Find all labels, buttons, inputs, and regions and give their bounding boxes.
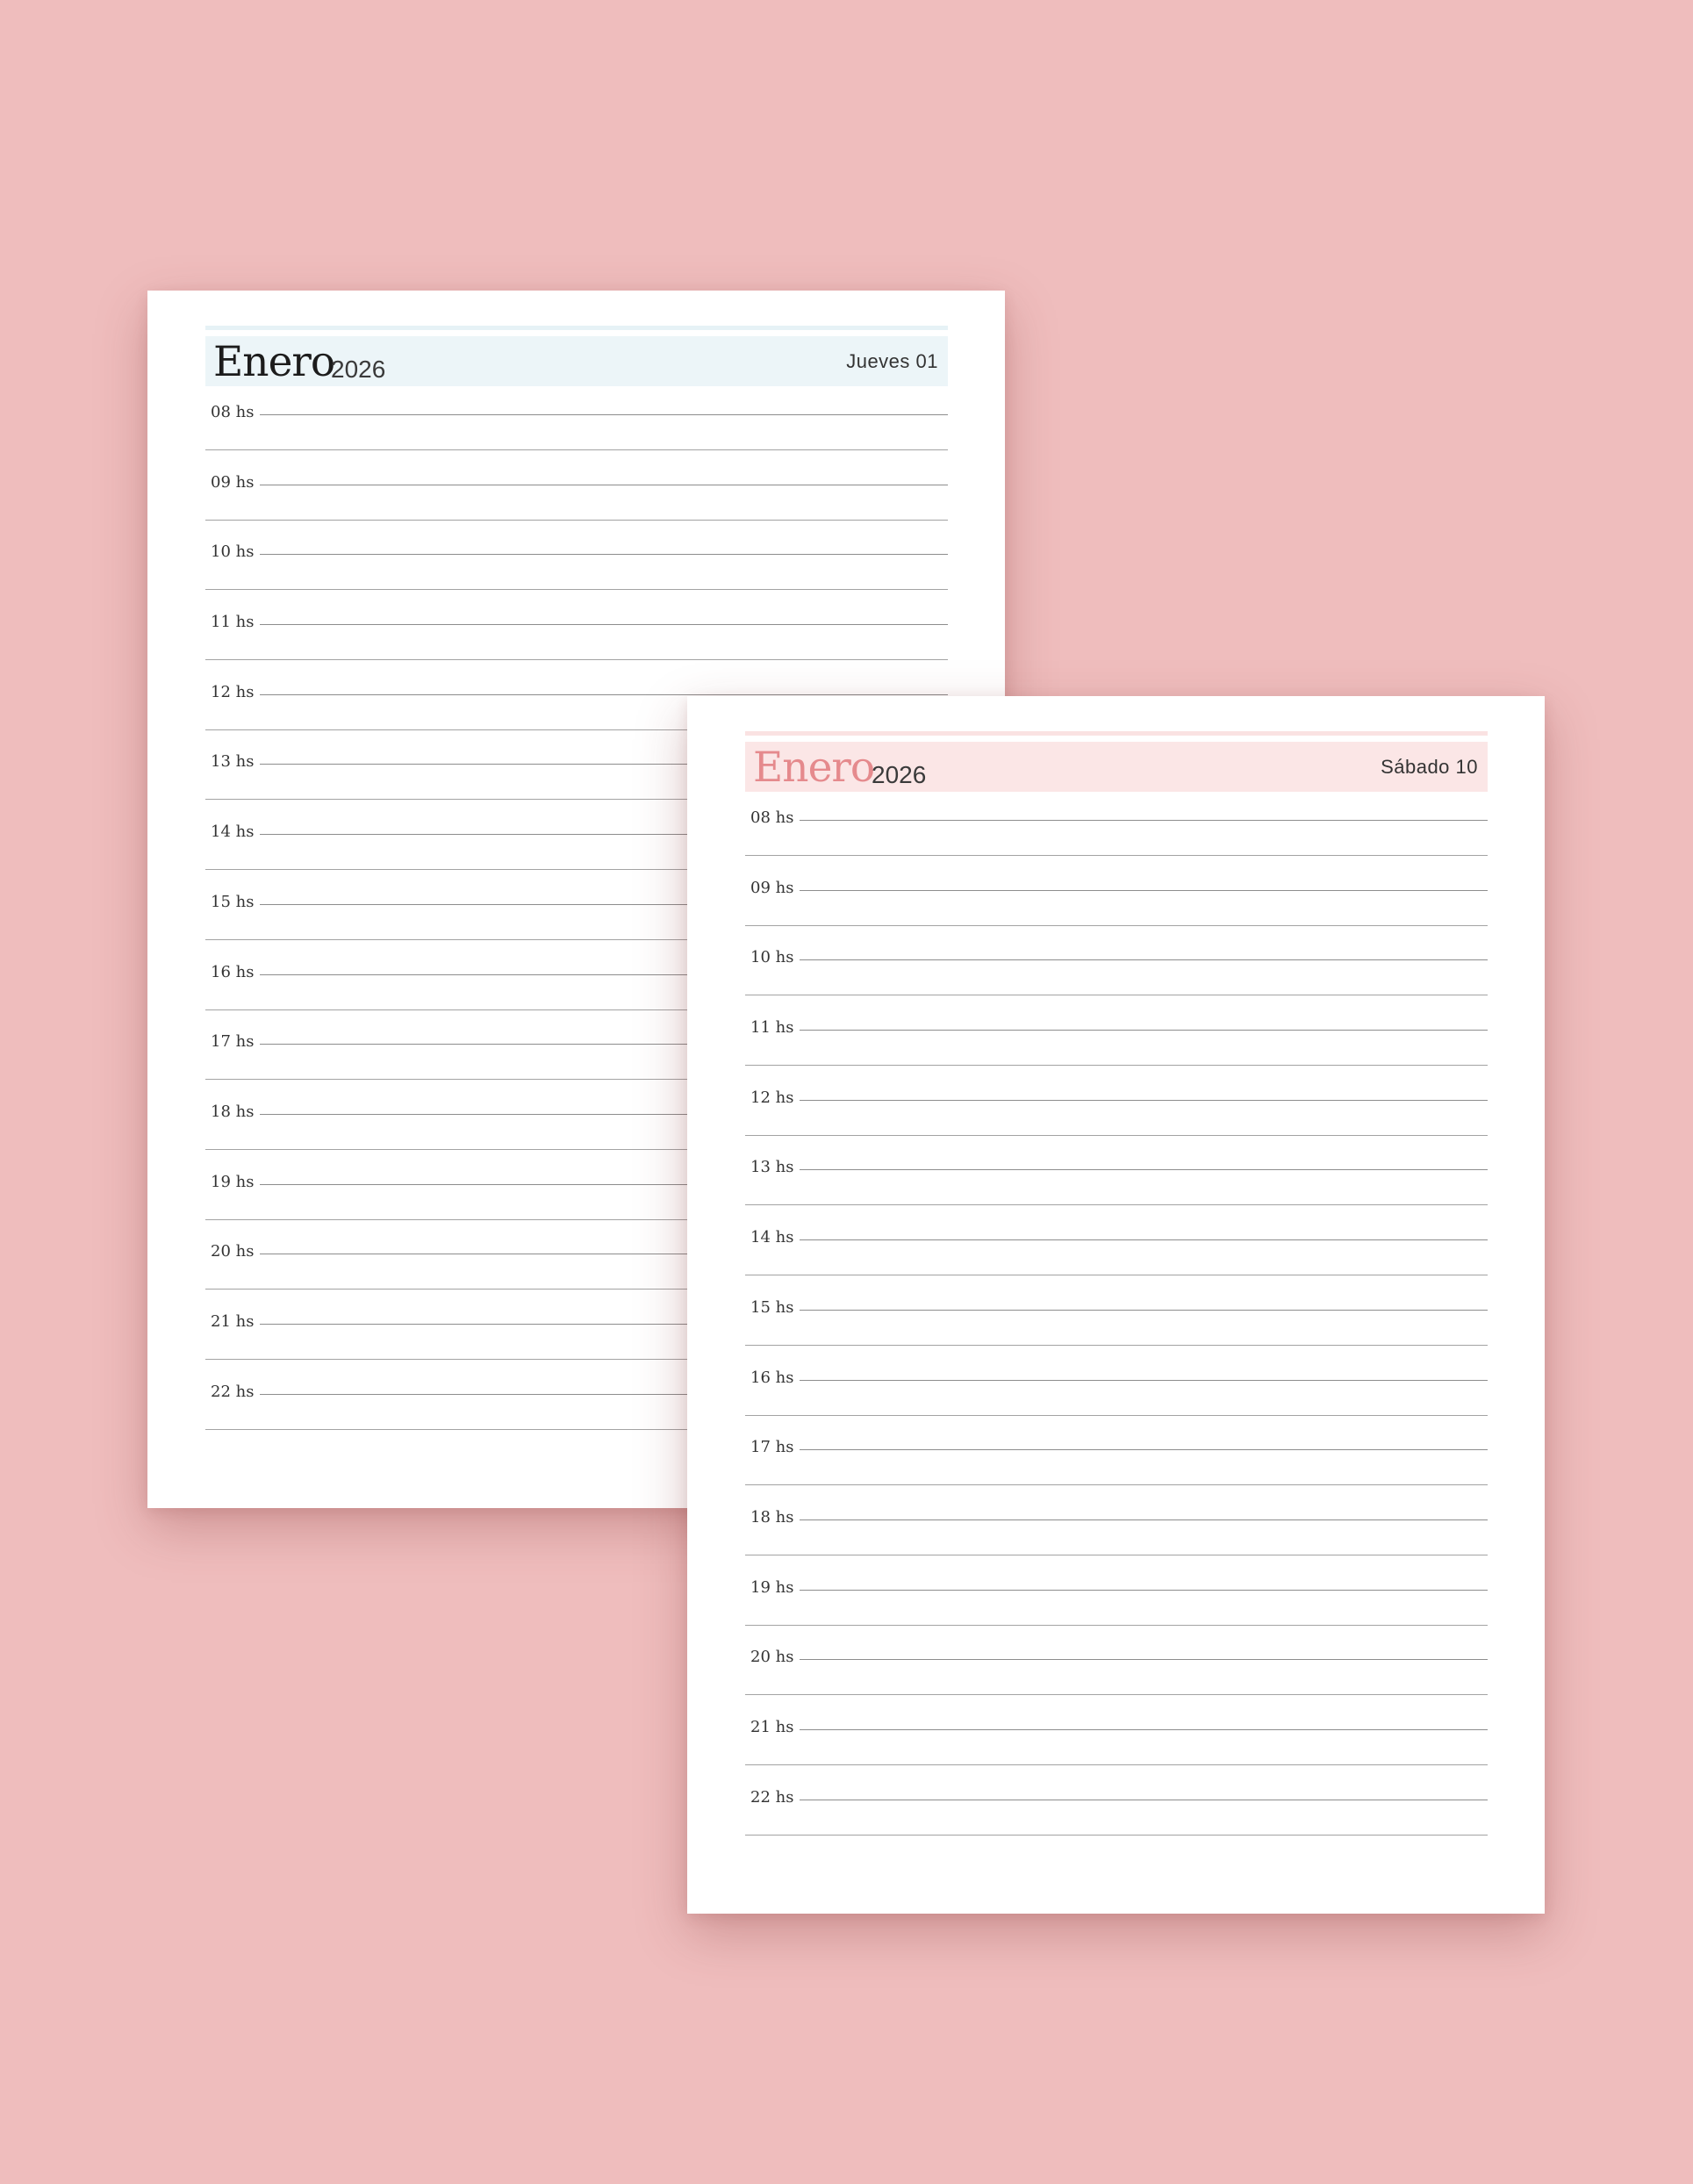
hour-label: 08 hs — [211, 403, 255, 421]
half-hour-writing-line — [745, 1484, 1488, 1486]
hour-label: 12 hs — [211, 682, 255, 701]
hour-label: 11 hs — [750, 1018, 794, 1038]
hour-row[interactable]: 10 hs — [205, 525, 948, 595]
hour-writing-line — [800, 1379, 1488, 1381]
hour-label: 14 hs — [750, 1228, 794, 1247]
hour-row[interactable]: 17 hs — [745, 1420, 1488, 1491]
hour-writing-line — [260, 554, 948, 556]
planner-page-sabado: Enero 2026 Sábado 10 08 hs 09 hs 10 hs 11 h… — [687, 696, 1545, 1914]
hour-label: 21 hs — [750, 1717, 794, 1736]
month-title: Enero — [753, 744, 875, 792]
hour-row[interactable]: 18 hs — [745, 1491, 1488, 1561]
hour-label: 17 hs — [211, 1032, 255, 1052]
hour-row[interactable]: 15 hs — [745, 1281, 1488, 1351]
hour-label: 12 hs — [750, 1088, 794, 1107]
hour-label: 16 hs — [211, 962, 255, 981]
page-header: Enero 2026 Sábado 10 — [745, 742, 1488, 792]
hour-label: 22 hs — [211, 1382, 255, 1401]
hour-label: 09 hs — [750, 878, 794, 897]
half-hour-writing-line — [745, 1134, 1488, 1136]
half-hour-writing-line — [745, 1624, 1488, 1626]
half-hour-writing-line — [205, 659, 948, 661]
header-top-rule — [745, 731, 1488, 736]
hour-label: 15 hs — [750, 1297, 794, 1317]
hour-label: 14 hs — [211, 823, 255, 842]
hour-label: 10 hs — [211, 542, 255, 562]
header-top-rule — [205, 326, 948, 330]
half-hour-writing-line — [205, 449, 948, 450]
hour-label: 10 hs — [750, 948, 794, 967]
half-hour-writing-line — [745, 1414, 1488, 1416]
year-label: 2026 — [872, 761, 927, 788]
hour-row[interactable]: 21 hs — [745, 1700, 1488, 1771]
hour-label: 13 hs — [211, 752, 255, 772]
hour-writing-line — [800, 1659, 1488, 1661]
hour-writing-line — [800, 1589, 1488, 1591]
hour-writing-line — [260, 693, 948, 695]
hour-label: 15 hs — [211, 892, 255, 911]
hour-label: 08 hs — [750, 808, 794, 827]
hour-writing-line — [800, 1239, 1488, 1241]
year-label: 2026 — [331, 356, 386, 383]
hour-row[interactable]: 19 hs — [745, 1561, 1488, 1631]
hour-row[interactable]: 12 hs — [745, 1071, 1488, 1141]
hour-writing-line — [260, 624, 948, 626]
half-hour-writing-line — [745, 924, 1488, 926]
half-hour-writing-line — [745, 1204, 1488, 1206]
day-label: Jueves 01 — [846, 350, 938, 372]
hour-row[interactable]: 13 hs — [745, 1140, 1488, 1211]
day-label: Sábado 10 — [1381, 756, 1478, 778]
half-hour-writing-line — [745, 1694, 1488, 1696]
half-hour-writing-line — [745, 1344, 1488, 1346]
hour-label: 13 hs — [750, 1158, 794, 1177]
hour-row[interactable]: 14 hs — [745, 1211, 1488, 1281]
half-hour-writing-line — [745, 1065, 1488, 1067]
hour-writing-line — [800, 1519, 1488, 1520]
hour-row[interactable]: 11 hs — [745, 1001, 1488, 1071]
hour-writing-line — [800, 1099, 1488, 1101]
hour-writing-line — [800, 1728, 1488, 1730]
hour-label: 16 hs — [750, 1368, 794, 1387]
hour-label: 09 hs — [211, 472, 255, 492]
half-hour-writing-line — [745, 855, 1488, 856]
hour-writing-line — [800, 820, 1488, 821]
half-hour-writing-line — [745, 1834, 1488, 1836]
page-header: Enero 2026 Jueves 01 — [205, 336, 948, 386]
hour-row[interactable]: 20 hs — [745, 1630, 1488, 1700]
hour-writing-line — [800, 1030, 1488, 1031]
hour-label: 11 hs — [211, 613, 255, 632]
hour-writing-line — [800, 959, 1488, 961]
hour-row[interactable]: 10 hs — [745, 930, 1488, 1001]
hour-label: 22 hs — [750, 1787, 794, 1807]
hour-label: 19 hs — [750, 1577, 794, 1597]
hour-label: 17 hs — [750, 1438, 794, 1457]
hour-row[interactable]: 11 hs — [205, 595, 948, 665]
hour-writing-line — [800, 1449, 1488, 1451]
hour-writing-line — [800, 1169, 1488, 1171]
hour-writing-line — [800, 889, 1488, 891]
half-hour-writing-line — [205, 519, 948, 521]
hour-row[interactable]: 16 hs — [745, 1351, 1488, 1421]
hour-row[interactable]: 09 hs — [745, 861, 1488, 931]
hour-label: 18 hs — [211, 1102, 255, 1121]
hour-writing-line — [260, 414, 948, 415]
hour-label: 21 hs — [211, 1311, 255, 1331]
hour-row[interactable]: 08 hs — [745, 791, 1488, 861]
hour-label: 18 hs — [750, 1507, 794, 1527]
hour-row[interactable]: 08 hs — [205, 385, 948, 456]
hour-label: 20 hs — [750, 1648, 794, 1667]
half-hour-writing-line — [205, 589, 948, 591]
hour-writing-line — [800, 1309, 1488, 1311]
hour-row[interactable]: 09 hs — [205, 456, 948, 526]
hour-row[interactable]: 22 hs — [745, 1771, 1488, 1841]
half-hour-writing-line — [745, 1764, 1488, 1765]
hour-label: 20 hs — [211, 1242, 255, 1261]
month-title: Enero — [213, 338, 335, 386]
hour-label: 19 hs — [211, 1172, 255, 1191]
hourly-schedule: 08 hs 09 hs 10 hs 11 hs 12 hs 13 hs 14 hs 15 hs… — [745, 791, 1488, 1840]
